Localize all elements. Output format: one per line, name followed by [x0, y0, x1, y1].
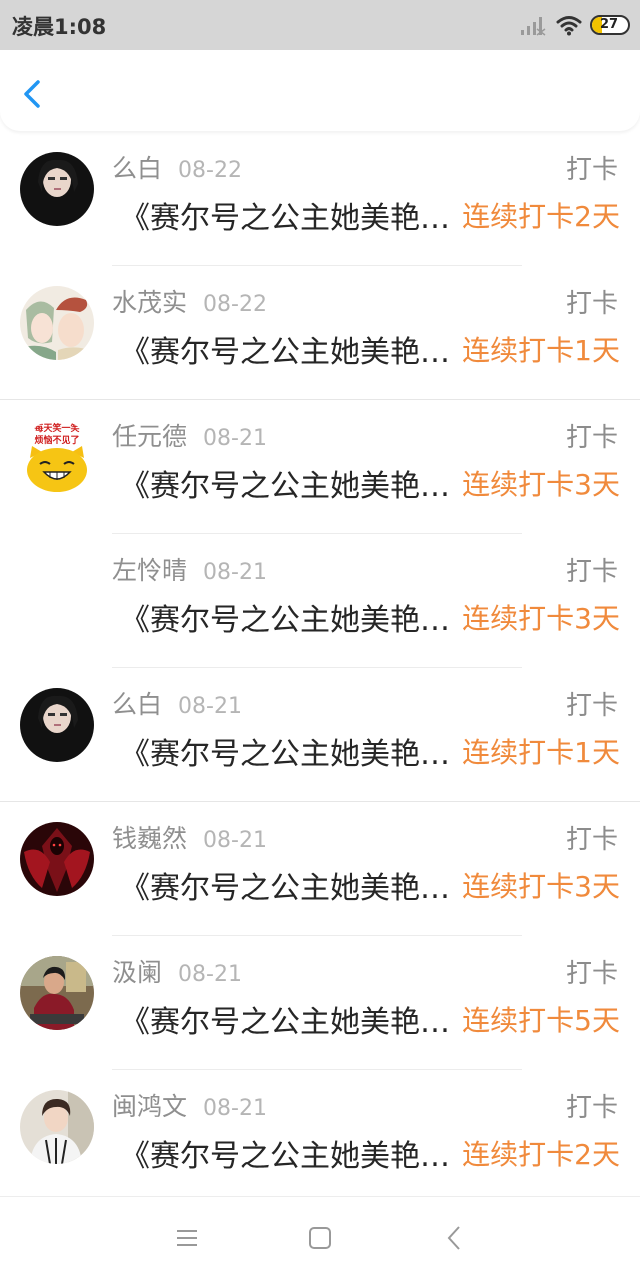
post-date: 08-21	[203, 560, 267, 585]
streak-count: 连续打卡1天	[462, 334, 620, 367]
post-date: 08-21	[178, 694, 242, 719]
book-title[interactable]: 《赛尔号之公主她美艳…	[120, 461, 455, 505]
post-date: 08-22	[203, 292, 267, 317]
wifi-icon	[556, 16, 582, 36]
signal-icon	[521, 17, 546, 36]
name-line: 水茂实 08-22	[112, 283, 267, 319]
book-title[interactable]: 《赛尔号之公主她美艳…	[120, 1131, 455, 1175]
post-date: 08-21	[203, 828, 267, 853]
user-name[interactable]: 汲阑	[112, 953, 162, 989]
system-nav-bar	[0, 1196, 640, 1280]
feed-item[interactable]: 水茂实 08-22 打卡 《赛尔号之公主她美艳… 连续打卡1天	[0, 265, 640, 399]
avatar[interactable]	[20, 286, 94, 360]
user-name[interactable]: 么白	[112, 149, 162, 185]
name-line: 汲阑 08-21	[112, 953, 242, 989]
name-line: 任元德 08-21	[112, 417, 267, 453]
book-title[interactable]: 《赛尔号之公主她美艳…	[120, 193, 455, 237]
status-bar: 凌晨1:08 27	[0, 0, 640, 50]
user-name[interactable]: 钱巍然	[112, 819, 187, 855]
home-square-icon[interactable]	[308, 1226, 332, 1250]
checkin-label: 打卡	[565, 691, 618, 721]
checkin-label: 打卡	[565, 557, 618, 587]
streak-count: 连续打卡3天	[462, 468, 620, 501]
avatar[interactable]	[20, 688, 94, 762]
checkin-label: 打卡	[565, 423, 618, 453]
user-name[interactable]: 任元德	[112, 417, 187, 453]
user-name[interactable]: 闽鸿文	[112, 1087, 187, 1123]
feed-item[interactable]: 么白 08-22 打卡 《赛尔号之公主她美艳… 连续打卡2天	[0, 131, 640, 265]
avatar[interactable]: 每天笑一笑 烦恼不见了	[20, 420, 94, 494]
feed-item[interactable]: 汲阑 08-21 打卡 《赛尔号之公主她美艳… 连续打卡5天	[0, 935, 640, 1069]
user-name[interactable]: 水茂实	[112, 283, 187, 319]
status-time: 凌晨1:08	[12, 15, 107, 39]
checkin-label: 打卡	[565, 959, 618, 989]
user-name[interactable]: 左怜晴	[112, 551, 187, 587]
avatar[interactable]	[20, 152, 94, 226]
avatar[interactable]	[20, 956, 94, 1030]
status-icons: 27	[520, 13, 630, 37]
avatar[interactable]	[20, 1090, 94, 1164]
back-triangle-icon[interactable]	[446, 1225, 462, 1251]
avatar-caption: 烦恼不见了	[34, 434, 79, 446]
feed-item[interactable]: 每天笑一笑 烦恼不见了 任元德 08-21 打卡 《赛尔号之公主她美艳… 连续打…	[0, 399, 640, 533]
book-title[interactable]: 《赛尔号之公主她美艳…	[120, 729, 455, 773]
post-date: 08-21	[178, 962, 242, 987]
streak-count: 连续打卡2天	[462, 1138, 620, 1171]
chevron-left-icon	[24, 80, 40, 108]
name-line: 么白 08-22	[112, 149, 242, 185]
name-line: 左怜晴 08-21	[112, 551, 267, 587]
feed-item[interactable]: 钱巍然 08-21 打卡 《赛尔号之公主她美艳… 连续打卡3天	[0, 801, 640, 935]
checkin-label: 打卡	[565, 825, 618, 855]
book-title[interactable]: 《赛尔号之公主她美艳…	[120, 997, 455, 1041]
streak-count: 连续打卡1天	[462, 736, 620, 769]
checkin-feed: 么白 08-22 打卡 《赛尔号之公主她美艳… 连续打卡2天 水茂实 08-22…	[0, 131, 640, 1203]
back-button[interactable]	[18, 74, 52, 114]
book-title[interactable]: 《赛尔号之公主她美艳…	[120, 327, 455, 371]
streak-count: 连续打卡2天	[462, 200, 620, 233]
battery-icon: 27	[590, 15, 630, 35]
post-date: 08-21	[203, 426, 267, 451]
streak-count: 连续打卡3天	[462, 602, 620, 635]
avatar[interactable]	[20, 822, 94, 896]
battery-level: 27	[599, 17, 619, 32]
checkin-label: 打卡	[565, 155, 618, 185]
avatar-caption: 每天笑一笑	[34, 422, 79, 434]
post-date: 08-21	[203, 1096, 267, 1121]
streak-count: 连续打卡5天	[462, 1004, 620, 1037]
streak-count: 连续打卡3天	[462, 870, 620, 903]
name-line: 么白 08-21	[112, 685, 242, 721]
feed-item[interactable]: 么白 08-21 打卡 《赛尔号之公主她美艳… 连续打卡1天	[0, 667, 640, 801]
user-name[interactable]: 么白	[112, 685, 162, 721]
name-line: 钱巍然 08-21	[112, 819, 267, 855]
name-line: 闽鸿文 08-21	[112, 1087, 267, 1123]
feed-item[interactable]: 闽鸿文 08-21 打卡 《赛尔号之公主她美艳… 连续打卡2天	[0, 1069, 640, 1203]
header-bar	[0, 50, 640, 131]
checkin-label: 打卡	[565, 289, 618, 319]
post-date: 08-22	[178, 158, 242, 183]
book-title[interactable]: 《赛尔号之公主她美艳…	[120, 863, 455, 907]
book-title[interactable]: 《赛尔号之公主她美艳…	[120, 595, 455, 639]
feed-item[interactable]: 左怜晴 08-21 打卡 《赛尔号之公主她美艳… 连续打卡3天	[0, 533, 640, 667]
checkin-label: 打卡	[565, 1093, 618, 1123]
menu-icon[interactable]	[176, 1227, 198, 1249]
